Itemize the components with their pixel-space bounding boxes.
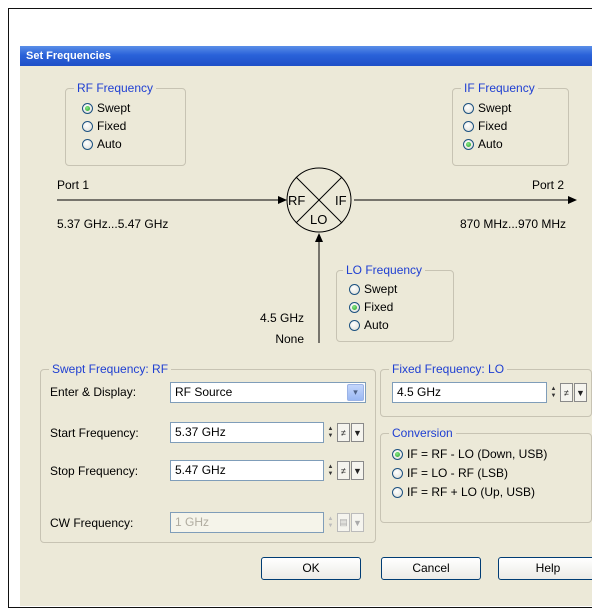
swept-frequency-group: Swept Frequency: RF Enter & Display: RF … — [40, 362, 376, 543]
radio-label: Auto — [478, 137, 503, 151]
fixed-frequency-spinner[interactable]: ▲ ▼ — [548, 382, 559, 403]
enter-display-value: RF Source — [175, 385, 233, 399]
not-equal-icon[interactable]: ≠ — [560, 383, 573, 402]
fixed-frequency-input[interactable]: 4.5 GHz — [392, 382, 547, 403]
radio-label: Swept — [478, 101, 512, 115]
lo-fixed-radio[interactable]: Fixed — [349, 299, 393, 315]
radio-unchecked-icon — [463, 120, 474, 132]
mixer-lo-label: LO — [310, 212, 328, 227]
radio-checked-icon — [463, 138, 474, 150]
start-frequency-input[interactable]: 5.37 GHz — [170, 422, 324, 443]
radio-unchecked-icon — [349, 283, 360, 295]
spin-up-icon[interactable]: ▲ — [328, 464, 334, 471]
conversion-lsb-radio[interactable]: IF = LO - RF (LSB) — [392, 465, 508, 481]
lo-frequency-legend: LO Frequency — [343, 263, 426, 277]
rf-arrow-icon — [278, 196, 287, 204]
radio-label: Fixed — [478, 119, 508, 133]
port1-label: Port 1 — [57, 178, 90, 192]
chevron-down-icon[interactable]: ▼ — [351, 423, 364, 442]
not-equal-icon[interactable]: ≠ — [337, 461, 350, 480]
mixer-rf-label: RF — [288, 193, 306, 208]
cw-frequency-label: CW Frequency: — [50, 516, 134, 530]
radio-label: Swept — [97, 101, 131, 115]
spin-up-icon[interactable]: ▲ — [328, 426, 334, 433]
radio-unchecked-icon — [82, 138, 93, 150]
radio-unchecked-icon — [392, 467, 403, 479]
if-fixed-radio[interactable]: Fixed — [463, 118, 507, 134]
rf-frequency-legend: RF Frequency — [74, 81, 157, 95]
if-frequency-group: IF Frequency Swept Fixed Auto — [452, 81, 569, 166]
if-range-text: 870 MHz...970 MHz — [460, 217, 567, 231]
rf-fixed-radio[interactable]: Fixed — [82, 118, 126, 134]
radio-label: Fixed — [364, 300, 394, 314]
fixed-frequency-legend: Fixed Frequency: LO — [389, 362, 508, 376]
rf-frequency-group: RF Frequency Swept Fixed Auto — [65, 81, 186, 166]
stop-frequency-spinner[interactable]: ▲ ▼ — [325, 460, 336, 481]
conversion-down-usb-radio[interactable]: IF = RF - LO (Down, USB) — [392, 446, 547, 462]
paste-icon: ▤ — [337, 513, 350, 532]
not-equal-icon[interactable]: ≠ — [337, 423, 350, 442]
radio-unchecked-icon — [349, 319, 360, 331]
conversion-up-usb-radio[interactable]: IF = RF + LO (Up, USB) — [392, 484, 535, 500]
spin-down-icon[interactable]: ▼ — [328, 471, 334, 478]
if-auto-radio[interactable]: Auto — [463, 136, 503, 152]
rf-swept-radio[interactable]: Swept — [82, 100, 130, 116]
chevron-down-icon[interactable]: ▼ — [574, 383, 587, 402]
radio-unchecked-icon — [463, 102, 474, 114]
lo-arrow-icon — [315, 233, 323, 242]
start-frequency-label: Start Frequency: — [50, 426, 139, 440]
port2-label: Port 2 — [532, 178, 565, 192]
spin-up-icon[interactable]: ▲ — [551, 386, 557, 393]
conversion-group: Conversion IF = RF - LO (Down, USB) IF =… — [380, 426, 592, 523]
chevron-down-icon[interactable]: ▾ — [347, 384, 364, 401]
radio-label: Fixed — [97, 119, 127, 133]
chevron-down-icon[interactable]: ▼ — [351, 461, 364, 480]
chevron-down-icon: ▼ — [351, 513, 364, 532]
conversion-legend: Conversion — [389, 426, 456, 440]
spin-down-icon[interactable]: ▼ — [328, 433, 334, 440]
radio-label: Auto — [97, 137, 122, 151]
swept-frequency-legend: Swept Frequency: RF — [49, 362, 172, 376]
lo-value-text: 4.5 GHz — [259, 311, 304, 325]
stop-frequency-input[interactable]: 5.47 GHz — [170, 460, 324, 481]
radio-label: Auto — [364, 318, 389, 332]
stop-frequency-label: Stop Frequency: — [50, 464, 139, 478]
spin-down-icon[interactable]: ▼ — [551, 393, 557, 400]
radio-checked-icon — [82, 102, 93, 114]
fixed-frequency-group: Fixed Frequency: LO 4.5 GHz ▲ ▼ ≠ ▼ — [380, 362, 592, 417]
ok-button[interactable]: OK — [261, 557, 361, 580]
if-frequency-legend: IF Frequency — [461, 81, 538, 95]
rf-range-text: 5.37 GHz...5.47 GHz — [57, 217, 169, 231]
lo-auto-radio[interactable]: Auto — [349, 317, 389, 333]
lo-power-text: None — [275, 332, 304, 346]
if-swept-radio[interactable]: Swept — [463, 100, 511, 116]
lo-frequency-group: LO Frequency Swept Fixed Auto — [336, 263, 454, 342]
radio-checked-icon — [349, 301, 360, 313]
radio-checked-icon — [392, 448, 403, 460]
start-frequency-spinner[interactable]: ▲ ▼ — [325, 422, 336, 443]
lo-swept-radio[interactable]: Swept — [349, 281, 397, 297]
spin-up-icon: ▲ — [327, 515, 334, 522]
mixer-if-label: IF — [335, 193, 347, 208]
enter-display-label: Enter & Display: — [50, 385, 137, 399]
radio-label: IF = RF + LO (Up, USB) — [407, 485, 536, 499]
cancel-button[interactable]: Cancel — [381, 557, 481, 580]
radio-label: IF = RF - LO (Down, USB) — [407, 447, 548, 461]
spin-down-icon: ▼ — [327, 522, 334, 529]
radio-label: IF = LO - RF (LSB) — [407, 466, 509, 480]
help-button[interactable]: Help — [498, 557, 592, 580]
set-frequencies-dialog: Set Frequencies × RF IF LO Port 1 Port 2… — [20, 46, 592, 606]
cw-frequency-spinner: ▲ ▼ — [325, 512, 336, 533]
radio-label: Swept — [364, 282, 398, 296]
if-arrow-icon — [568, 196, 577, 204]
radio-unchecked-icon — [392, 486, 403, 498]
enter-display-dropdown[interactable]: RF Source ▾ — [170, 382, 366, 403]
rf-auto-radio[interactable]: Auto — [82, 136, 122, 152]
radio-unchecked-icon — [82, 120, 93, 132]
cw-frequency-input: 1 GHz — [170, 512, 324, 533]
